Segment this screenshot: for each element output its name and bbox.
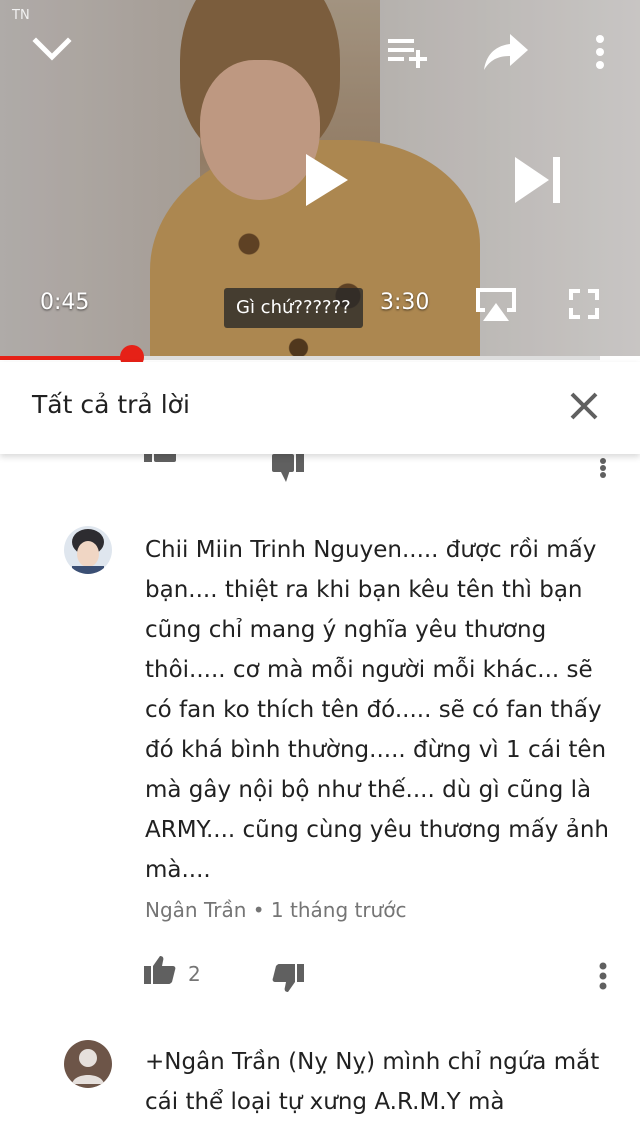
close-icon[interactable] xyxy=(566,388,602,424)
chevron-down-icon[interactable] xyxy=(28,30,76,70)
avatar[interactable] xyxy=(64,526,112,574)
more-vert-icon[interactable] xyxy=(586,32,614,72)
comment-time: 1 tháng trước xyxy=(270,898,407,922)
dislike-button[interactable] xyxy=(272,964,304,996)
comment-menu-icon[interactable] xyxy=(598,458,608,482)
dislike-button[interactable] xyxy=(272,454,304,486)
comment-author[interactable]: Ngân Trần xyxy=(145,898,246,922)
replies-title: Tất cả trả lời xyxy=(32,390,190,419)
video-player[interactable]: TN 0:45 Gì chứ?????? 3:30 xyxy=(0,0,640,356)
like-count: 2 xyxy=(188,962,201,986)
comment-meta: Ngân Trần • 1 tháng trước xyxy=(145,898,406,922)
share-icon[interactable] xyxy=(480,30,532,74)
replies-header: Tất cả trả lời xyxy=(0,362,640,454)
like-button[interactable] xyxy=(144,956,176,988)
replies-list[interactable]: Chii Miin Trinh Nguyen..... được rồi mấy… xyxy=(0,454,640,1136)
duration: 3:30 xyxy=(380,290,430,315)
comment-text: +Ngân Trần (Nỵ Nỵ) mình chỉ ngứa mắt cái… xyxy=(145,1049,600,1115)
subtitle-caption: Gì chứ?????? xyxy=(224,288,363,328)
meta-separator: • xyxy=(252,898,265,922)
like-button[interactable] xyxy=(144,454,176,472)
fullscreen-icon[interactable] xyxy=(566,286,602,322)
progress-fill xyxy=(0,356,132,360)
skip-next-icon[interactable] xyxy=(508,152,566,208)
avatar[interactable] xyxy=(64,1040,112,1088)
airplay-icon[interactable] xyxy=(472,284,520,324)
comment-text: Chii Miin Trinh Nguyen..... được rồi mấy… xyxy=(145,537,609,883)
current-time: 0:45 xyxy=(40,290,90,315)
play-icon[interactable] xyxy=(296,148,356,212)
watermark: TN xyxy=(12,8,30,23)
comment-menu-icon[interactable] xyxy=(598,962,608,994)
playlist-add-icon[interactable] xyxy=(384,32,432,72)
